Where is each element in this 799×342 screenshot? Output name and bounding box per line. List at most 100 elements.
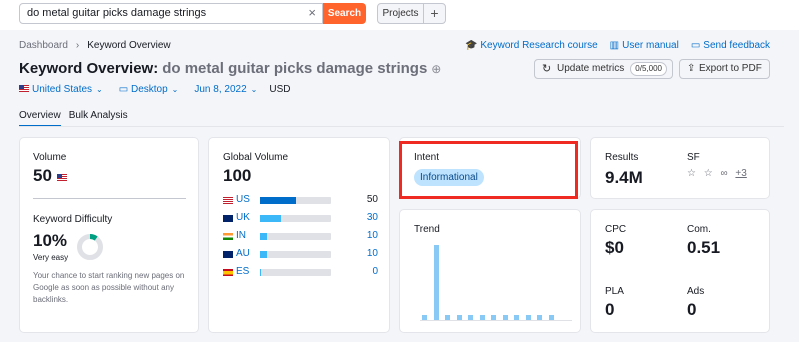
country-code[interactable]: IN	[236, 230, 246, 241]
feedback-link[interactable]: ▭ Send feedback	[691, 40, 770, 51]
export-icon: ⇪	[687, 63, 696, 74]
help-links: 🎓 Keyword Research course ▥ User manual ▭ S…	[465, 40, 770, 51]
book-icon: ▥	[609, 40, 620, 51]
difficulty-value: 10%	[33, 231, 68, 250]
add-project-button[interactable]: +	[423, 3, 446, 24]
au-flag-icon	[223, 251, 233, 258]
country-code[interactable]: ES	[236, 266, 249, 277]
star-outline-icon: ☆	[687, 168, 696, 179]
sf-features: ☆ ☆ ∞ +3	[687, 168, 747, 179]
sf-label: SF	[687, 152, 700, 163]
tab-overview[interactable]: Overview	[19, 110, 61, 127]
difficulty-donut	[77, 234, 103, 260]
country-select[interactable]: United States ⌄	[19, 84, 103, 95]
desktop-icon: ▭	[118, 84, 131, 95]
com-value: 0.51	[687, 238, 721, 257]
cpc-label: CPC	[605, 224, 627, 235]
trend-baseline	[420, 320, 572, 321]
results-value: 9.4M	[605, 168, 643, 187]
volume-share-bar	[260, 215, 331, 222]
cpc-value: $0	[605, 238, 624, 257]
global-volume-card: Global Volume 100 US 50 UK 30 IN 10 AU 10 ES 0	[208, 137, 390, 333]
ads-label: Ads	[687, 286, 705, 297]
es-flag-icon	[223, 269, 233, 276]
com-label: Com.	[687, 224, 711, 235]
refresh-icon: ↻	[542, 63, 552, 75]
global-volume-value: 100	[223, 166, 252, 185]
sf-more-link[interactable]: +3	[735, 168, 746, 179]
volume-share-bar	[260, 269, 331, 276]
volume-card: Volume 50 Keyword Difficulty 10% Very ea…	[19, 137, 199, 333]
global-volume-row-us: US 50	[223, 194, 378, 208]
volume-share-bar	[260, 197, 331, 204]
breadcrumb-current: Keyword Overview	[87, 40, 171, 51]
in-flag-icon	[223, 233, 233, 240]
add-keyword-icon[interactable]: ⊕	[431, 62, 441, 76]
breadcrumb-dashboard[interactable]: Dashboard	[19, 40, 68, 51]
chat-icon: ▭	[690, 40, 701, 51]
update-count-badge: 0/5,000	[630, 62, 667, 76]
trend-bar[interactable]	[433, 245, 439, 320]
us-flag-icon	[19, 85, 29, 92]
volume-share-fill	[260, 269, 262, 276]
star-icon: ☆	[703, 168, 713, 179]
filters-row: United States ⌄ ▭ Desktop ⌄ Jun 8, 2022 ⌄ U…	[19, 84, 290, 95]
search-query[interactable]: do metal guitar picks damage strings	[27, 7, 206, 19]
title-prefix: Keyword Overview:	[19, 60, 159, 77]
search-input[interactable]: do metal guitar picks damage strings ×	[19, 3, 323, 24]
volume-share-fill	[260, 215, 282, 222]
country-volume[interactable]: 10	[367, 248, 378, 259]
volume-share-bar	[260, 251, 331, 258]
tabs: Overview Bulk Analysis	[19, 110, 128, 127]
link-icon: ∞	[720, 168, 728, 179]
course-link[interactable]: 🎓 Keyword Research course	[465, 40, 598, 51]
global-volume-row-uk: UK 30	[223, 212, 378, 226]
volume-divider	[33, 198, 186, 199]
trend-card: Trend	[399, 209, 581, 333]
tabs-divider	[19, 126, 784, 127]
global-volume-row-in: IN 10	[223, 230, 378, 244]
us-flag-icon	[56, 174, 67, 181]
clear-icon[interactable]: ×	[308, 5, 316, 20]
chevron-down-icon: ⌄	[96, 85, 103, 94]
currency-label: USD	[269, 84, 291, 95]
manual-link[interactable]: ▥ User manual	[610, 40, 679, 51]
search-button[interactable]: Search	[323, 3, 366, 24]
volume-share-bar	[260, 233, 331, 240]
device-select[interactable]: ▭ Desktop ⌄	[119, 84, 179, 95]
country-code[interactable]: UK	[236, 212, 250, 223]
graduation-cap-icon: 🎓	[464, 40, 478, 51]
uk-flag-icon	[223, 215, 233, 222]
difficulty-description: Your chance to start ranking new pages o…	[33, 271, 185, 304]
country-volume[interactable]: 0	[372, 266, 378, 277]
volume-share-fill	[260, 233, 268, 240]
chevron-down-icon: ⌄	[250, 85, 258, 94]
country-volume[interactable]: 10	[367, 230, 378, 241]
chevron-down-icon: ⌄	[171, 85, 179, 94]
difficulty-label: Keyword Difficulty	[33, 214, 113, 225]
country-code[interactable]: US	[236, 194, 250, 205]
global-volume-label: Global Volume	[223, 152, 289, 163]
update-metrics-button[interactable]: ↻ Update metrics 0/5,000	[534, 59, 673, 79]
tab-bulk-analysis[interactable]: Bulk Analysis	[69, 110, 128, 127]
title-keyword: do metal guitar picks damage strings	[162, 60, 428, 77]
country-code[interactable]: AU	[236, 248, 250, 259]
volume-share-fill	[260, 251, 268, 258]
volume-value: 50	[33, 166, 70, 186]
breadcrumb: Dashboard › Keyword Overview	[19, 40, 171, 51]
top-search-bar: do metal guitar picks damage strings × S…	[0, 0, 799, 30]
highlight-box	[399, 141, 578, 199]
projects-button[interactable]: Projects	[377, 3, 424, 24]
ads-value: 0	[687, 300, 697, 319]
volume-label: Volume	[33, 152, 67, 163]
results-label: Results	[605, 152, 639, 163]
global-volume-row-es: ES 0	[223, 266, 378, 280]
us-flag-icon	[223, 197, 233, 204]
volume-share-fill	[260, 197, 296, 204]
metrics-card: CPC $0 Com. 0.51 PLA 0 Ads 0	[590, 209, 770, 333]
date-select[interactable]: Jun 8, 2022 ⌄	[194, 84, 257, 95]
export-pdf-button[interactable]: ⇪ Export to PDF	[679, 59, 770, 79]
country-volume[interactable]: 30	[367, 212, 378, 223]
chevron-right-icon: ›	[75, 40, 80, 51]
difficulty-rating: Very easy	[33, 253, 69, 262]
